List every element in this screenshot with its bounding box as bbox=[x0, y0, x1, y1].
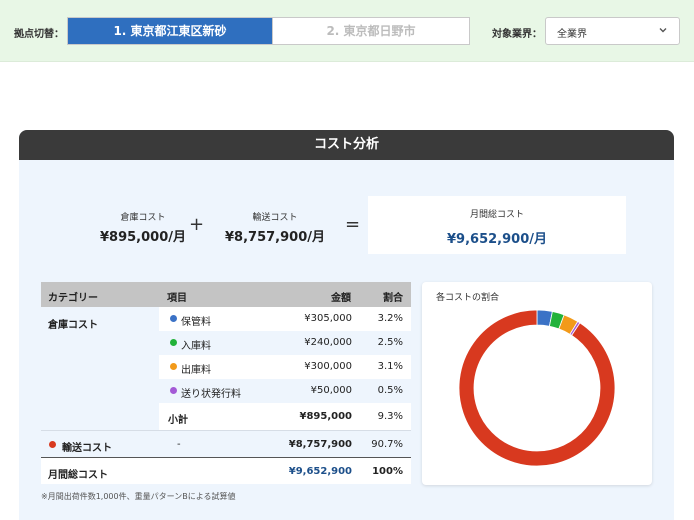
header-item: 項目 bbox=[167, 293, 187, 304]
item-ratio: 2.5% bbox=[377, 337, 403, 348]
total-amount: ¥9,652,900 bbox=[288, 466, 352, 477]
shipping-ratio: 90.7% bbox=[371, 439, 403, 450]
table-header: カテゴリー 項目 金額 割合 bbox=[41, 282, 411, 307]
cost-ratio-chart-card: 各コストの割合 bbox=[422, 282, 652, 485]
total-label: 月間総コスト bbox=[48, 470, 108, 481]
shipping-cost-summary: 輸送コスト ¥8,757,900/月 bbox=[206, 210, 344, 245]
warehouse-category-cell: 倉庫コスト bbox=[41, 307, 159, 430]
item-name: 入庫料 bbox=[181, 341, 211, 352]
total-row: 月間総コスト ¥9,652,900 100% bbox=[41, 457, 411, 484]
shipping-label: 輸送コスト bbox=[62, 443, 112, 454]
table-row: 入庫料 ¥240,000 2.5% bbox=[159, 331, 411, 355]
item-ratio: 0.5% bbox=[377, 385, 403, 396]
shipping-cost-label: 輸送コスト bbox=[252, 213, 298, 223]
table-row: 出庫料 ¥300,000 3.1% bbox=[159, 355, 411, 379]
subtotal-label: 小計 bbox=[168, 415, 188, 426]
shipping-row: 輸送コスト - ¥8,757,900 90.7% bbox=[41, 430, 411, 457]
industry-select-value: 全業界 bbox=[557, 29, 587, 40]
panel-title: コスト分析 bbox=[19, 130, 674, 160]
header-amount: 金額 bbox=[331, 293, 351, 304]
industry-select[interactable]: 全業界 bbox=[545, 17, 680, 45]
table-row: 送り状発行料 ¥50,000 0.5% bbox=[159, 379, 411, 403]
warehouse-category-label: 倉庫コスト bbox=[48, 320, 98, 331]
equals-sign: = bbox=[345, 214, 361, 235]
tab-site-2[interactable]: 2. 東京都日野市 bbox=[272, 18, 469, 44]
item-ratio: 3.2% bbox=[377, 313, 403, 324]
item-amount: ¥305,000 bbox=[304, 313, 352, 324]
calculation-note: ※月間出荷件数1,000件、重量パターンBによる試算値 bbox=[41, 492, 236, 501]
site-switcher-bar: 拠点切替： 1. 東京都江東区新砂 2. 東京都日野市 対象業界： 全業界 bbox=[0, 0, 694, 62]
label-fee-color-dot bbox=[170, 387, 177, 394]
chevron-down-icon bbox=[659, 28, 667, 33]
shipping-item: - bbox=[177, 439, 181, 450]
item-name: 送り状発行料 bbox=[181, 389, 241, 400]
header-ratio: 割合 bbox=[383, 293, 403, 304]
outbound-color-dot bbox=[170, 363, 177, 370]
tab-site-1[interactable]: 1. 東京都江東区新砂 bbox=[68, 18, 272, 44]
item-ratio: 3.1% bbox=[377, 361, 403, 372]
item-amount: ¥240,000 bbox=[304, 337, 352, 348]
item-name: 出庫料 bbox=[181, 365, 211, 376]
item-amount: ¥50,000 bbox=[310, 385, 352, 396]
donut-slice-5 bbox=[458, 309, 616, 467]
header-category: カテゴリー bbox=[48, 293, 98, 304]
shipping-amount: ¥8,757,900 bbox=[288, 439, 352, 450]
inbound-color-dot bbox=[170, 339, 177, 346]
item-amount: ¥300,000 bbox=[304, 361, 352, 372]
plus-sign: + bbox=[189, 214, 205, 235]
item-name: 保管料 bbox=[181, 317, 211, 328]
cost-analysis-panel: コスト分析 倉庫コスト ¥895,000/月 + 輸送コスト ¥8,757,90… bbox=[19, 130, 674, 520]
site-switch-label: 拠点切替： bbox=[14, 29, 64, 40]
subtotal-amount: ¥895,000 bbox=[299, 411, 352, 422]
shipping-color-dot bbox=[49, 441, 56, 448]
cost-ratio-donut-chart bbox=[458, 309, 616, 467]
table-row: 保管料 ¥305,000 3.2% bbox=[159, 307, 411, 331]
monthly-total-value: ¥9,652,900/月 bbox=[447, 232, 547, 247]
monthly-total-box: 月間総コスト ¥9,652,900/月 bbox=[368, 196, 626, 254]
industry-label: 対象業界： bbox=[492, 29, 542, 40]
total-ratio: 100% bbox=[372, 466, 403, 477]
subtotal-row: 小計 ¥895,000 9.3% bbox=[159, 403, 411, 430]
shipping-cost-value: ¥8,757,900/月 bbox=[225, 230, 325, 245]
monthly-total-label: 月間総コスト bbox=[469, 210, 524, 220]
subtotal-ratio: 9.3% bbox=[377, 411, 403, 422]
storage-color-dot bbox=[170, 315, 177, 322]
site-tabs: 1. 東京都江東区新砂 2. 東京都日野市 bbox=[67, 17, 470, 45]
